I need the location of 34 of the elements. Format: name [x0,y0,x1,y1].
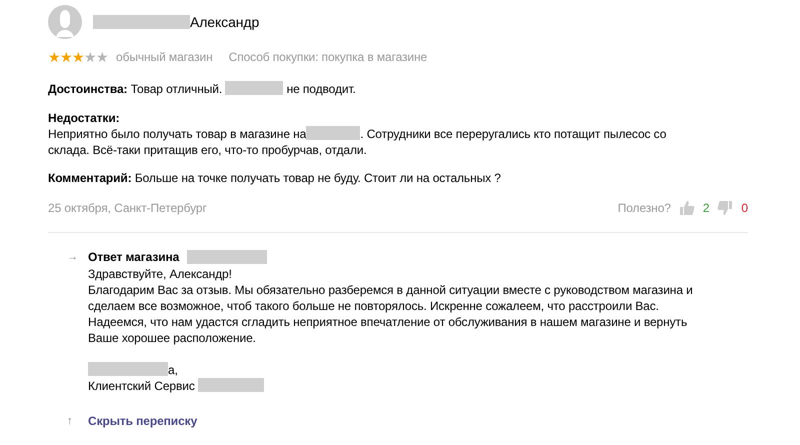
hide-conversation-link[interactable]: Скрыть переписку [88,414,198,428]
cons-text: склада. Всё-таки притащив его, что-то пробурчав, отдали. [48,143,367,157]
reply-text: Благодарим Вас за отзыв. Мы обязательно разберемся в данной ситуации вместе с руководством магазина и [88,282,694,298]
star-rating: ★★★★★ [48,49,108,65]
signature-text: а, [168,363,178,377]
purchase-method: Способ покупки: покупка в магазине [228,50,428,64]
pros-label: Достоинства: [48,82,128,96]
reply-text: сделаем все возможное, чтоб такого больше не повторялось. Искренне сожалеем, что расстроили Вас. [88,298,660,314]
review-date-location: 25 октября, Санкт-Петербург [48,201,207,215]
reply-text: Ваше хорошее расположение. [88,330,257,346]
comment-label: Комментарий: [48,171,132,185]
pros-text: не подводит. [286,82,356,96]
comment-text: Больше на точке получать товар не буду. Стоит ли на остальных ? [134,171,501,185]
author-name: Александр [190,14,260,30]
cons-label: Недостатки: [48,111,120,125]
thumb-up-icon[interactable] [678,200,695,216]
redaction-bar [306,126,360,140]
reply-title: Ответ магазина [88,250,180,264]
redaction-bar [225,81,284,95]
redaction-bar [198,378,264,392]
reply-text: Надеемся, что нам удастся сгладить неприятное впечатление от обслуживания в нашем магазине и вернуть [88,314,688,330]
avatar-icon [48,5,82,39]
signature-text: Клиентский Сервис [88,379,195,393]
dislike-count: 0 [741,201,748,215]
thumb-down-icon[interactable] [717,200,734,216]
helpful-label: Полезно? [618,201,671,215]
arrow-icon: → [67,251,80,263]
like-count: 2 [702,201,710,215]
rating-label: обычный магазин [116,50,213,64]
reply-text: Здравствуйте, Александр! [88,266,233,282]
pros-text: Товар отличный. [130,82,222,96]
arrow-icon: ↑ [67,415,80,427]
cons-text: . Сотрудники все переругались кто потащит пылесос со [360,127,666,141]
cons-text: Неприятно было получать товар в магазине на [48,127,306,141]
